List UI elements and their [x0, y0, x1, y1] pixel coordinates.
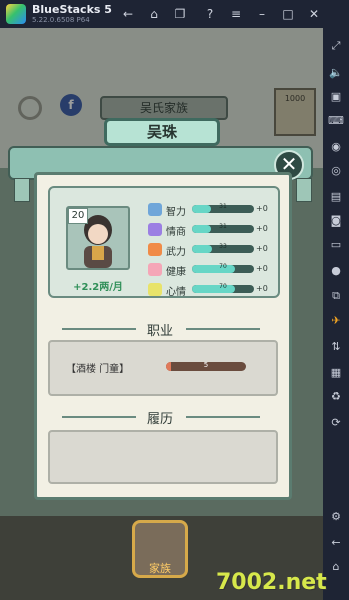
divider — [62, 328, 136, 330]
history-section-title: 履历 — [147, 412, 174, 427]
character-name-plaque: 吴珠 — [104, 118, 220, 146]
location-icon[interactable]: ◎ — [328, 162, 344, 178]
stat-delta: +0 — [256, 224, 268, 233]
lantern-left-icon — [14, 178, 30, 202]
book-icon — [148, 203, 162, 216]
install-apk-icon[interactable]: ▤ — [328, 188, 344, 204]
site-watermark: 7002.net — [216, 570, 327, 595]
stat-row: 情商 31 +0 — [148, 222, 272, 238]
stat-label: 情商 — [166, 227, 186, 238]
stat-label: 心情 — [166, 287, 186, 298]
lantern-right-icon — [296, 178, 312, 202]
recent-apps-icon[interactable]: ❐ — [170, 4, 190, 24]
eco-mode-icon[interactable]: ♻ — [328, 388, 344, 404]
airplane-icon[interactable]: ✈ — [328, 312, 344, 328]
help-icon[interactable]: ? — [200, 4, 220, 24]
home-icon[interactable]: ⌂ — [144, 4, 164, 24]
stat-label: 智力 — [166, 207, 186, 218]
stat-delta: +0 — [256, 264, 268, 273]
stat-row: 健康 70 +0 — [148, 262, 272, 278]
rotate-icon[interactable]: ⟳ — [328, 414, 344, 430]
app-title: BlueStacks 5 — [32, 3, 112, 16]
divider — [186, 328, 260, 330]
emulator-titlebar: BlueStacks 5 5.22.0.6508 P64 ← ⌂ ❐ ? ≡ –… — [0, 0, 349, 28]
close-window-icon[interactable]: ✕ — [304, 4, 324, 24]
stat-row: 智力 31 +0 — [148, 202, 272, 218]
star-icon — [148, 223, 162, 236]
stat-value: 31 — [219, 203, 227, 210]
career-name: 【酒楼 门童】 — [66, 364, 130, 375]
keyboard-icon[interactable]: ▣ — [328, 88, 344, 104]
gamepad-icon[interactable]: ◉ — [328, 138, 344, 154]
character-income: +2.2两/月 — [73, 282, 123, 293]
career-section-title: 职业 — [147, 324, 174, 339]
stat-value: 70 — [219, 263, 227, 270]
bluestacks-logo-icon — [6, 4, 26, 24]
stat-delta: +0 — [256, 284, 268, 293]
macro-icon[interactable]: ▦ — [328, 364, 344, 380]
stat-row: 武力 33 +0 — [148, 242, 272, 258]
history-box — [48, 430, 278, 484]
folder-icon[interactable]: ▭ — [328, 236, 344, 252]
flower-icon — [148, 283, 162, 296]
heart-icon — [148, 263, 162, 276]
divider — [186, 416, 260, 418]
screenshot-icon[interactable]: ◙ — [328, 212, 344, 228]
stat-value: 31 — [219, 223, 227, 230]
sync-icon[interactable]: ⇅ — [328, 338, 344, 354]
volume-icon[interactable]: 🔈 — [328, 64, 344, 80]
minimize-icon[interactable]: – — [252, 4, 272, 24]
stat-delta: +0 — [256, 204, 268, 213]
stat-row: 心情 70 +0 — [148, 282, 272, 298]
stat-label: 健康 — [166, 267, 186, 278]
settings-icon[interactable]: ⚙ — [328, 508, 344, 524]
multi-instance-icon[interactable]: ⧉ — [328, 288, 344, 304]
divider — [62, 416, 136, 418]
stat-value: 33 — [219, 243, 227, 250]
stat-delta: +0 — [256, 244, 268, 253]
back-icon[interactable]: ← — [118, 4, 138, 24]
keymap-icon[interactable]: ⌨ — [328, 112, 344, 128]
emulator-sidebar: ⤢ 🔈 ▣ ⌨ ◉ ◎ ▤ ◙ ▭ ● ⧉ ✈ ⇅ ▦ ♻ ⟳ ⚙ ← ⌂ — [323, 28, 349, 600]
record-icon[interactable]: ● — [328, 262, 344, 278]
fist-icon — [148, 243, 162, 256]
expand-icon[interactable]: ⤢ — [328, 38, 344, 54]
back-nav-icon[interactable]: ← — [328, 534, 344, 550]
app-version: 5.22.0.6508 P64 — [32, 16, 90, 24]
maximize-icon[interactable]: □ — [278, 4, 298, 24]
menu-icon[interactable]: ≡ — [226, 4, 246, 24]
career-progress-value: 5 — [203, 361, 209, 369]
family-button-label[interactable]: 家族 — [132, 560, 188, 576]
stat-value: 70 — [219, 283, 227, 290]
character-age: 20 — [68, 208, 88, 224]
stat-label: 武力 — [166, 247, 186, 258]
home-nav-icon[interactable]: ⌂ — [328, 558, 344, 574]
